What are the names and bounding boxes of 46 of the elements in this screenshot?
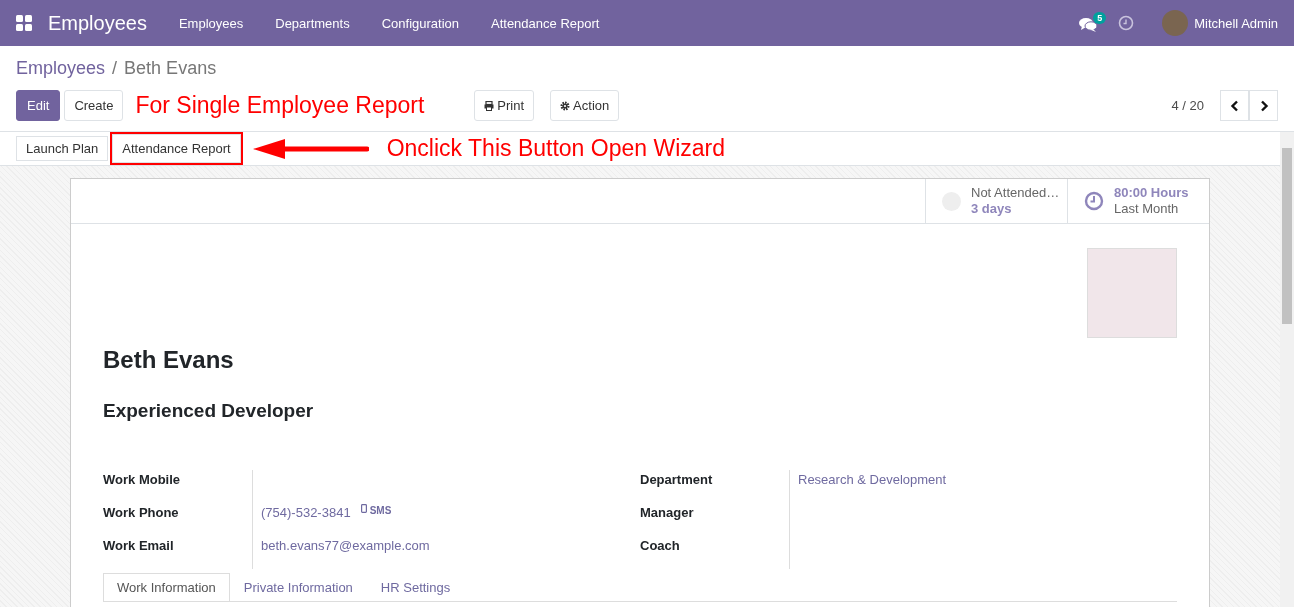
- message-count-badge: 5: [1093, 12, 1107, 24]
- field-value[interactable]: Research & Development: [798, 470, 947, 490]
- chevron-left-icon: [1229, 99, 1240, 112]
- breadcrumb-current: Beth Evans: [124, 58, 217, 78]
- clock-icon[interactable]: [1118, 15, 1135, 31]
- field-value[interactable]: (754)-532-3841: [261, 503, 351, 523]
- edit-button[interactable]: Edit: [16, 90, 61, 121]
- annotation-text: Onclick This Button Open Wizard: [386, 135, 725, 162]
- user-name[interactable]: Mitchell Admin: [1194, 15, 1278, 31]
- job-title: Experienced Developer: [103, 400, 315, 422]
- apps-menu-icon[interactable]: [16, 15, 32, 31]
- gear-icon: [560, 100, 571, 111]
- field-value[interactable]: beth.evans77@example.com: [261, 536, 430, 556]
- printer-icon: [484, 100, 495, 111]
- pager-counter: 4 / 20: [1171, 98, 1204, 113]
- mobile-phone-icon: [360, 504, 367, 513]
- employee-name: Beth Evans: [103, 346, 235, 374]
- menu-item[interactable]: Employees: [162, 15, 260, 31]
- breadcrumb-link[interactable]: Employees: [16, 58, 106, 78]
- app-title: Employees: [48, 11, 147, 35]
- header-button[interactable]: Launch Plan: [16, 136, 109, 161]
- sms-button[interactable]: SMS: [360, 501, 392, 521]
- header-button[interactable]: Attendance Report: [112, 134, 241, 163]
- annotation-text: For Single Employee Report: [135, 92, 425, 119]
- next-button[interactable]: [1249, 90, 1278, 121]
- create-button[interactable]: Create: [64, 90, 124, 121]
- action-button[interactable]: Action: [550, 90, 620, 121]
- clock-icon: [1084, 191, 1104, 211]
- field-label: Work Email: [103, 537, 175, 555]
- field-label: Coach: [640, 537, 681, 555]
- scrollbar[interactable]: [1280, 132, 1294, 607]
- chat-icon[interactable]: [1079, 17, 1098, 33]
- menu-item[interactable]: Configuration: [365, 15, 475, 31]
- field-label: Department: [640, 471, 714, 489]
- chevron-right-icon: [1258, 99, 1269, 112]
- menu-item[interactable]: Departments: [259, 15, 366, 31]
- field-label: Manager: [640, 504, 695, 522]
- tab[interactable]: Work Information: [103, 573, 230, 601]
- tab[interactable]: Private Information: [229, 573, 367, 601]
- tab[interactable]: HR Settings: [366, 573, 465, 601]
- menu-item[interactable]: Attendance Report: [475, 15, 616, 31]
- print-button[interactable]: Print: [474, 90, 535, 121]
- breadcrumb-separator: /: [112, 58, 118, 78]
- field-label: Work Phone: [103, 504, 180, 522]
- previous-button[interactable]: [1220, 90, 1249, 121]
- field-label: Work Mobile: [103, 471, 182, 489]
